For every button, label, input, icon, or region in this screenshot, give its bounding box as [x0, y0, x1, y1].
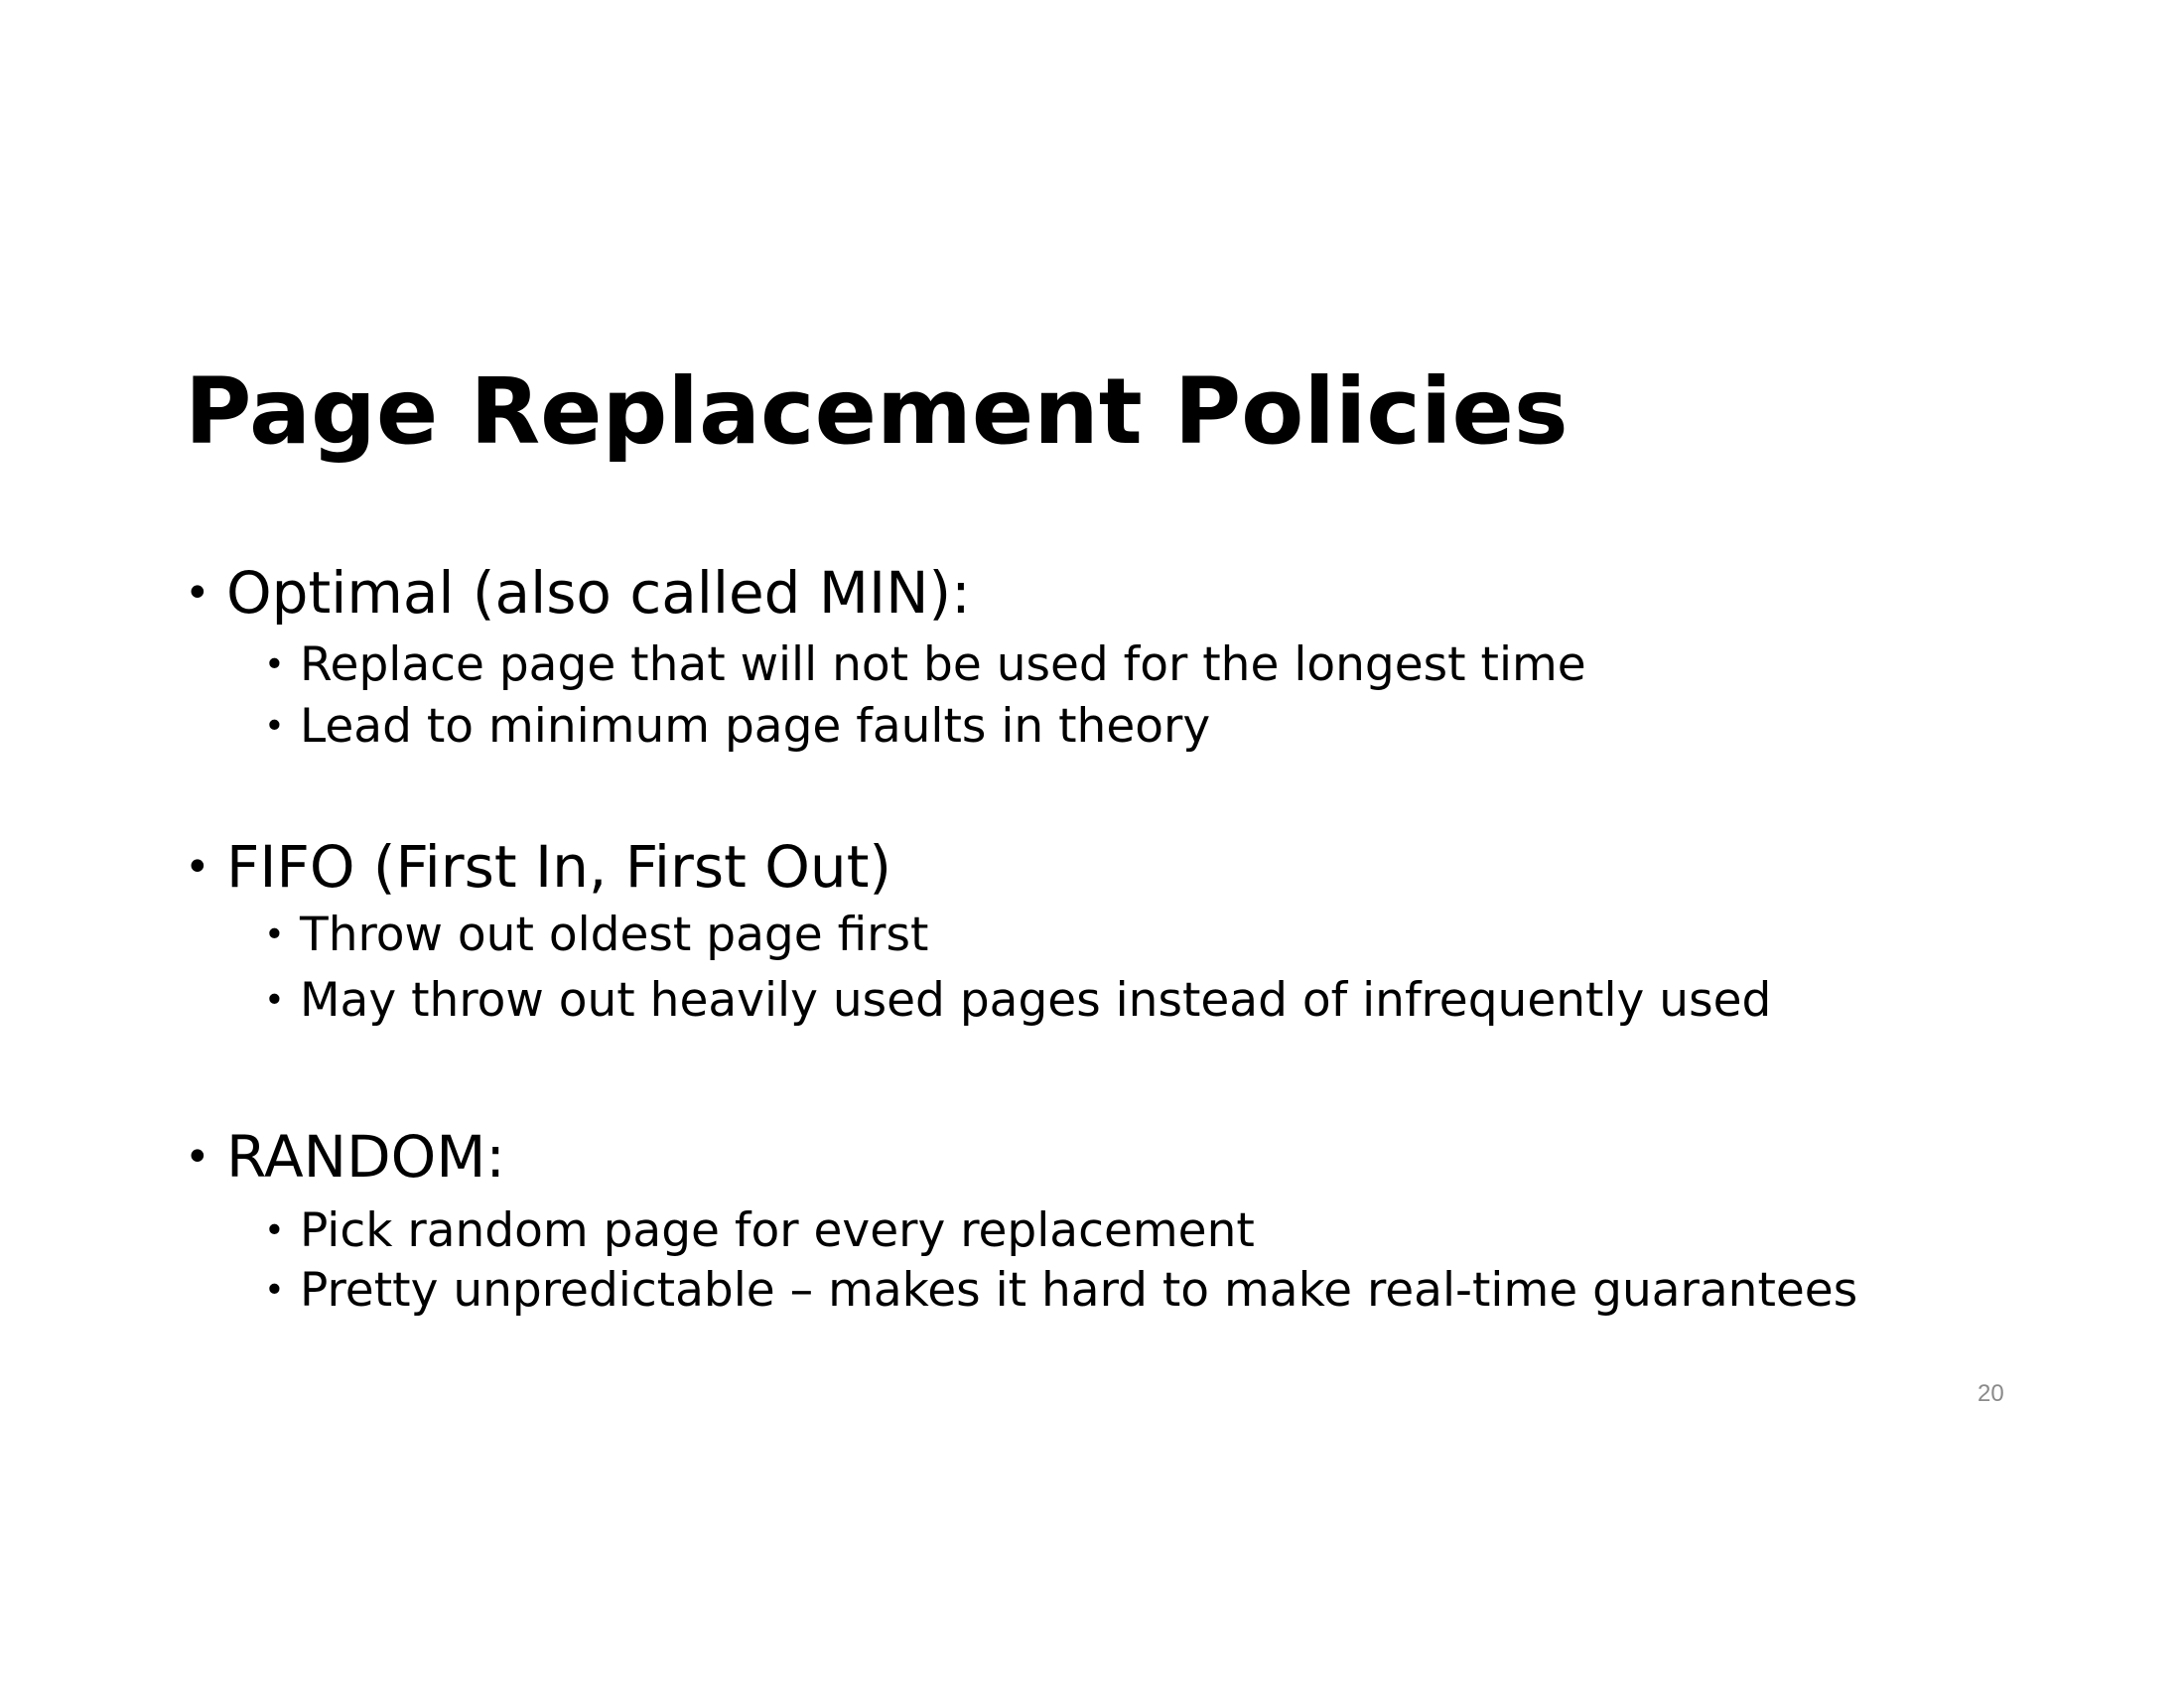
sub-bullet-text: Pick random page for every replacement — [300, 1203, 1255, 1259]
sub-bullet: • May throw out heavily used pages instea… — [264, 971, 1771, 1031]
sub-bullet-text: Lead to minimum page faults in theory — [300, 699, 1211, 755]
sub-bullet-text: Replace page that will not be used for t… — [300, 637, 1586, 693]
bullet-text: FIFO (First In, First Out) — [226, 833, 892, 901]
sub-bullet: • Throw out oldest page first — [264, 906, 928, 965]
bullet-dot: • — [264, 706, 285, 747]
bullet-dot: • — [185, 842, 210, 893]
bullet-text: Optimal (also called MIN): — [226, 559, 971, 627]
bullet-dot: • — [185, 568, 210, 619]
bullet-dot: • — [264, 1210, 285, 1251]
bullet-optimal: • Optimal (also called MIN): — [185, 558, 971, 629]
slide: Page Replacement Policies • Optimal (also… — [0, 0, 2184, 1688]
bullet-dot: • — [264, 914, 285, 955]
sub-bullet-text: May throw out heavily used pages instead… — [300, 973, 1772, 1029]
bullet-dot: • — [185, 1132, 210, 1183]
bullet-text: RANDOM: — [226, 1123, 505, 1191]
bullet-dot: • — [264, 1270, 285, 1311]
bullet-dot: • — [264, 644, 285, 685]
bullet-dot: • — [264, 980, 285, 1021]
sub-bullet: • Lead to minimum page faults in theory — [264, 697, 1210, 757]
sub-bullet: • Pick random page for every replacement — [264, 1201, 1255, 1261]
sub-bullet-text: Throw out oldest page first — [300, 908, 929, 963]
bullet-random: • RANDOM: — [185, 1122, 505, 1193]
sub-bullet-text: Pretty unpredictable – makes it hard to … — [300, 1263, 1858, 1319]
bullet-fifo: • FIFO (First In, First Out) — [185, 832, 891, 903]
sub-bullet: • Replace page that will not be used for … — [264, 635, 1586, 695]
page-number: 20 — [1978, 1380, 2004, 1407]
sub-bullet: • Pretty unpredictable – makes it hard to… — [264, 1261, 1857, 1321]
slide-title: Page Replacement Policies — [185, 358, 1569, 465]
